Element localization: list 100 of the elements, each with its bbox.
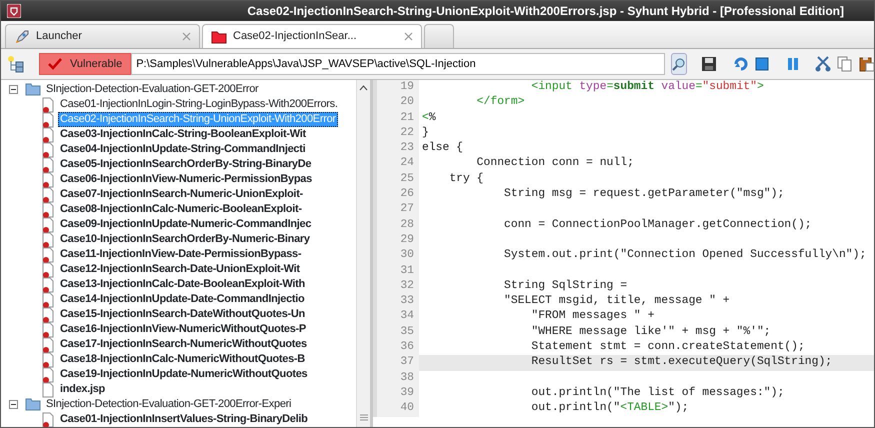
- file-alert-icon: [41, 232, 55, 248]
- file-alert-icon: [41, 156, 55, 172]
- file-label[interactable]: Case01-InjectionInLogin-String-LoginBypass-With200Errors.: [58, 97, 340, 112]
- collapse-toggle[interactable]: [9, 85, 18, 94]
- status-badge: Vulnerable: [39, 53, 132, 75]
- line-number: 39: [373, 386, 419, 402]
- scroll-grip-icon[interactable]: [360, 414, 368, 421]
- code-line: else {: [421, 141, 464, 156]
- app-logo-icon: [7, 4, 21, 18]
- code-line: Connection conn = null;: [476, 156, 635, 172]
- search-button[interactable]: [671, 53, 688, 75]
- file-label[interactable]: Case16-InjectionInView-NumericWithoutQuotes-P: [58, 322, 308, 337]
- file-label[interactable]: Case15-InjectionInSearch-DateWithoutQuotes-Un: [58, 307, 307, 322]
- line-number: 29: [373, 232, 419, 248]
- file-alert-icon: [41, 306, 55, 322]
- file-alert-icon: [41, 262, 55, 278]
- code-line: </form>: [476, 95, 526, 110]
- file-alert-icon: [41, 142, 55, 158]
- line-number: 21: [373, 110, 419, 126]
- code-line: System.out.print("Connection Opened Successfully\n");: [503, 248, 868, 264]
- file-alert-icon: [41, 216, 55, 232]
- file-alert-icon: [41, 336, 55, 352]
- file-label[interactable]: Case14-InjectionInUpdate-Date-CommandInjectio: [58, 292, 306, 307]
- file-label[interactable]: Case13-InjectionInCalc-Date-BooleanExploit-With: [58, 277, 307, 292]
- file-label[interactable]: Case08-InjectionInCalc-Numeric-BooleanExploit-: [58, 202, 304, 217]
- line-number: 32: [373, 278, 419, 294]
- code-line: <input type=submit value="submit">: [530, 80, 765, 95]
- file-alert-icon: [41, 126, 55, 142]
- file-label[interactable]: Case10-InjectionInSearchOrderBy-Numeric-Binary: [58, 232, 312, 247]
- scissors-icon[interactable]: [815, 56, 832, 72]
- file-label[interactable]: index.jsp: [58, 382, 107, 397]
- file-alert-icon: [41, 366, 55, 382]
- file-alert-icon: [41, 202, 55, 218]
- line-number: 19: [373, 80, 419, 96]
- code-line: out.println("<TABLE>");: [530, 401, 690, 416]
- file-label[interactable]: Case06-InjectionInView-Numeric-PermissionBypas: [58, 172, 314, 187]
- line-number: 40: [373, 401, 419, 417]
- copy-icon[interactable]: [837, 56, 854, 72]
- code-line: out.println("The list of messages:");: [530, 386, 786, 401]
- line-number: 22: [373, 126, 419, 142]
- code-line: "SELECT msgid, title, message " +: [503, 294, 731, 310]
- line-number: 28: [373, 218, 419, 233]
- file-alert-icon: [41, 186, 55, 202]
- close-icon[interactable]: [182, 32, 191, 41]
- file-label[interactable]: Case19-InjectionInUpdate-NumericWithoutQuotes: [58, 367, 310, 382]
- file-alert-icon: [41, 322, 55, 338]
- window-title: Case02-InjectionInSearch-String-UnionExploit-With200Errors.jsp - Syhunt Hybrid - [Professional Edition]: [247, 3, 844, 20]
- line-number: 35: [373, 324, 419, 340]
- line-number: 27: [373, 202, 419, 218]
- code-line: conn = ConnectionPoolManager.getConnection();: [503, 218, 813, 233]
- file-alert-icon: [41, 112, 55, 128]
- collapse-toggle[interactable]: [9, 400, 18, 409]
- line-number: 20: [373, 95, 419, 111]
- line-number: 36: [373, 340, 419, 356]
- search-icon: [672, 57, 686, 71]
- file-alert-icon: [41, 96, 55, 112]
- scrollbar[interactable]: [356, 80, 370, 427]
- file-alert-icon: [41, 276, 55, 292]
- file-alert-icon: [41, 172, 55, 188]
- file-label[interactable]: Case11-InjectionInView-Date-PermissionBypass-: [58, 247, 304, 262]
- folder-label[interactable]: SInjection-Detection-Evaluation-GET-200Error-Experi: [44, 397, 294, 412]
- code-line: <%: [421, 110, 437, 126]
- rocket-icon: [14, 28, 30, 44]
- line-number: 23: [373, 141, 419, 156]
- tab[interactable]: Case02-InjectionInSear...: [202, 24, 422, 48]
- file-label[interactable]: Case03-InjectionInCalc-String-BooleanExploit-Wit: [58, 127, 308, 142]
- save-icon[interactable]: [701, 56, 718, 72]
- file-label[interactable]: Case17-InjectionInSearch-NumericWithoutQuotes: [58, 337, 309, 352]
- refresh-icon[interactable]: [733, 56, 750, 72]
- file-label[interactable]: Case04-InjectionInUpdate-String-CommandInjecti: [58, 142, 308, 157]
- code-line: String SqlString =: [503, 278, 628, 294]
- line-number: 33: [373, 294, 419, 310]
- line-number: 34: [373, 309, 419, 325]
- line-number: 31: [373, 264, 419, 279]
- code-line: "WHERE message like'" + msg + "%'";: [530, 324, 772, 340]
- file-label[interactable]: Case07-InjectionInSearch-Numeric-UnionExploit-: [58, 187, 305, 202]
- code-line: String msg = request.getParameter("msg");: [503, 187, 786, 202]
- file-label[interactable]: Case05-InjectionInSearchOrderBy-String-BinaryDe: [58, 157, 314, 172]
- path-field[interactable]: P:\Samples\VulnerableApps\Java\JSP_WAVSEP\active\SQL-Injection: [131, 53, 666, 75]
- file-icon: [41, 382, 55, 398]
- code-line: try {: [448, 172, 485, 187]
- close-icon[interactable]: [404, 32, 413, 41]
- stop-icon[interactable]: [755, 57, 770, 71]
- file-alert-icon: [41, 412, 55, 427]
- file-label[interactable]: Case01-InjectionInInsertValues-String-BinaryDelib: [58, 412, 310, 427]
- folder-icon: [25, 83, 41, 96]
- tab[interactable]: Launcher: [5, 24, 200, 48]
- scroll-up-icon[interactable]: [359, 85, 368, 91]
- file-label[interactable]: Case12-InjectionInSearch-Date-UnionExploit-Wit: [58, 262, 302, 277]
- file-label[interactable]: Case18-InjectionInCalc-NumericWithoutQuotes-B: [58, 352, 307, 367]
- folder-icon: [25, 398, 41, 411]
- file-alert-icon: [41, 246, 55, 262]
- tree-view-icon[interactable]: [7, 55, 25, 73]
- paste-icon[interactable]: [859, 56, 875, 72]
- file-alert-icon: [41, 352, 55, 368]
- folder-label[interactable]: SInjection-Detection-Evaluation-GET-200Error: [44, 82, 260, 97]
- line-number: 30: [373, 248, 419, 264]
- file-label[interactable]: Case09-InjectionInUpdate-Numeric-CommandInjec: [58, 217, 314, 232]
- file-alert-icon: [41, 292, 55, 308]
- pause-icon[interactable]: [787, 57, 800, 71]
